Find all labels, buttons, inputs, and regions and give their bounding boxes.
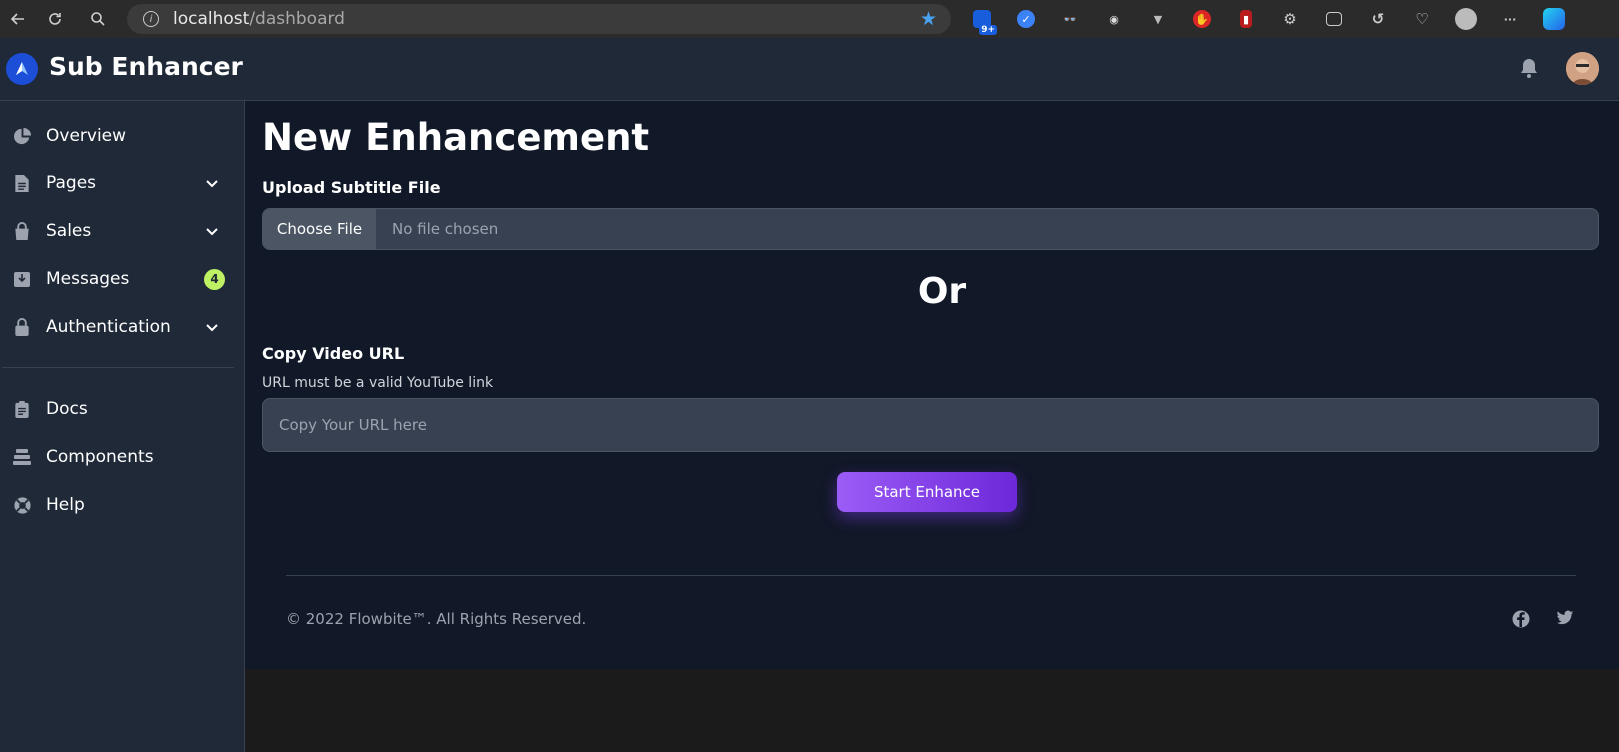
or-divider-text: Or: [917, 271, 967, 312]
sidebar-item-authentication[interactable]: Authentication: [0, 305, 245, 349]
main-content: New Enhancement Upload Subtitle File Cho…: [245, 101, 1619, 669]
chevron-down-icon: [204, 223, 220, 239]
sidebar-item-help[interactable]: Help: [0, 483, 245, 527]
url-label: Copy Video URL: [262, 344, 405, 363]
profile-icon[interactable]: [1444, 0, 1488, 38]
sidebar-item-messages[interactable]: Messages 4: [0, 257, 245, 301]
health-icon[interactable]: ♡: [1400, 0, 1444, 38]
back-icon[interactable]: [0, 0, 36, 38]
chevron-down-icon: [204, 175, 220, 191]
url-host: localhost: [173, 9, 250, 29]
sidebar-item-sales[interactable]: Sales: [0, 209, 245, 253]
pie-chart-icon: [12, 126, 32, 146]
lock-icon: [12, 317, 32, 337]
sidebar-item-pages[interactable]: Pages: [0, 161, 245, 205]
refresh-icon[interactable]: [37, 0, 73, 38]
extension-plane-icon[interactable]: ✓: [1004, 0, 1048, 38]
favorite-star-icon[interactable]: ★: [920, 8, 937, 30]
sidebar-item-label: Components: [46, 447, 154, 467]
messages-count-badge: 4: [204, 268, 225, 290]
address-bar[interactable]: i localhost/dashboard ★: [127, 4, 951, 34]
extension-github-icon[interactable]: ◉: [1092, 0, 1136, 38]
facebook-icon[interactable]: [1512, 610, 1532, 630]
clipboard-icon: [12, 399, 32, 419]
site-info-icon[interactable]: i: [143, 11, 159, 27]
extension-adblock-icon[interactable]: ✋: [1180, 0, 1224, 38]
footer-divider: [286, 575, 1576, 576]
subtitle-file-input[interactable]: Choose File No file chosen: [262, 208, 1599, 250]
sidebar-item-overview[interactable]: Overview: [0, 114, 245, 158]
extension-bookmark-icon[interactable]: ▮: [1224, 0, 1268, 38]
url-hint: URL must be a valid YouTube link: [262, 375, 494, 391]
history-icon[interactable]: ↺: [1356, 0, 1400, 38]
document-icon: [12, 173, 32, 193]
extension-vue-icon[interactable]: ▼: [1136, 0, 1180, 38]
sidebar-item-label: Messages: [46, 269, 130, 289]
sidebar-item-components[interactable]: Components: [0, 435, 245, 479]
stack-icon: [12, 447, 32, 467]
video-url-input[interactable]: [262, 398, 1599, 452]
sidebar-item-label: Pages: [46, 173, 97, 193]
chevron-down-icon: [204, 319, 220, 335]
choose-file-button[interactable]: Choose File: [263, 209, 376, 249]
extensions-bar: 9+ ✓ 👓 ◉ ▼ ✋ ▮ ⚙ ↺ ♡ ···: [960, 0, 1576, 38]
sidebar-item-label: Authentication: [46, 317, 171, 337]
sidebar-item-label: Overview: [46, 126, 127, 146]
bell-icon[interactable]: [1520, 57, 1538, 83]
browser-toolbar: i localhost/dashboard ★ 9+ ✓ 👓 ◉ ▼ ✋ ▮ ⚙…: [0, 0, 1619, 38]
shopping-bag-icon: [12, 221, 32, 241]
more-menu-icon[interactable]: ···: [1488, 0, 1532, 38]
url-path: /dashboard: [249, 9, 345, 29]
sidebar-item-label: Docs: [46, 399, 88, 419]
split-screen-icon[interactable]: [1312, 0, 1356, 38]
footer-copyright: © 2022 Flowbite™. All Rights Reserved.: [286, 610, 587, 628]
brand-name[interactable]: Sub Enhancer: [49, 52, 243, 81]
sidebar-item-docs[interactable]: Docs: [0, 387, 245, 431]
twitter-icon[interactable]: [1556, 610, 1576, 630]
app-header: Sub Enhancer: [0, 38, 1619, 101]
extension-badge: 9+: [979, 25, 997, 35]
extension-glasses-icon[interactable]: 👓: [1048, 0, 1092, 38]
brand-logo[interactable]: [6, 53, 38, 85]
start-enhance-button[interactable]: Start Enhance: [837, 472, 1017, 512]
extension-bitwarden-icon[interactable]: 9+: [960, 0, 1004, 38]
sidebar: Overview Pages Sales Messages 4 Authenti…: [0, 101, 245, 752]
page-title: New Enhancement: [262, 116, 650, 159]
search-icon[interactable]: [80, 0, 116, 38]
user-avatar[interactable]: [1566, 52, 1599, 85]
extensions-puzzle-icon[interactable]: ⚙: [1268, 0, 1312, 38]
lifebuoy-icon: [12, 495, 32, 515]
sidebar-item-label: Sales: [46, 221, 92, 241]
inbox-icon: [12, 269, 32, 289]
copilot-icon[interactable]: [1532, 0, 1576, 38]
file-status-text: No file chosen: [392, 220, 499, 238]
sidebar-item-label: Help: [46, 495, 85, 515]
upload-label: Upload Subtitle File: [262, 178, 441, 197]
sidebar-divider: [2, 367, 234, 368]
